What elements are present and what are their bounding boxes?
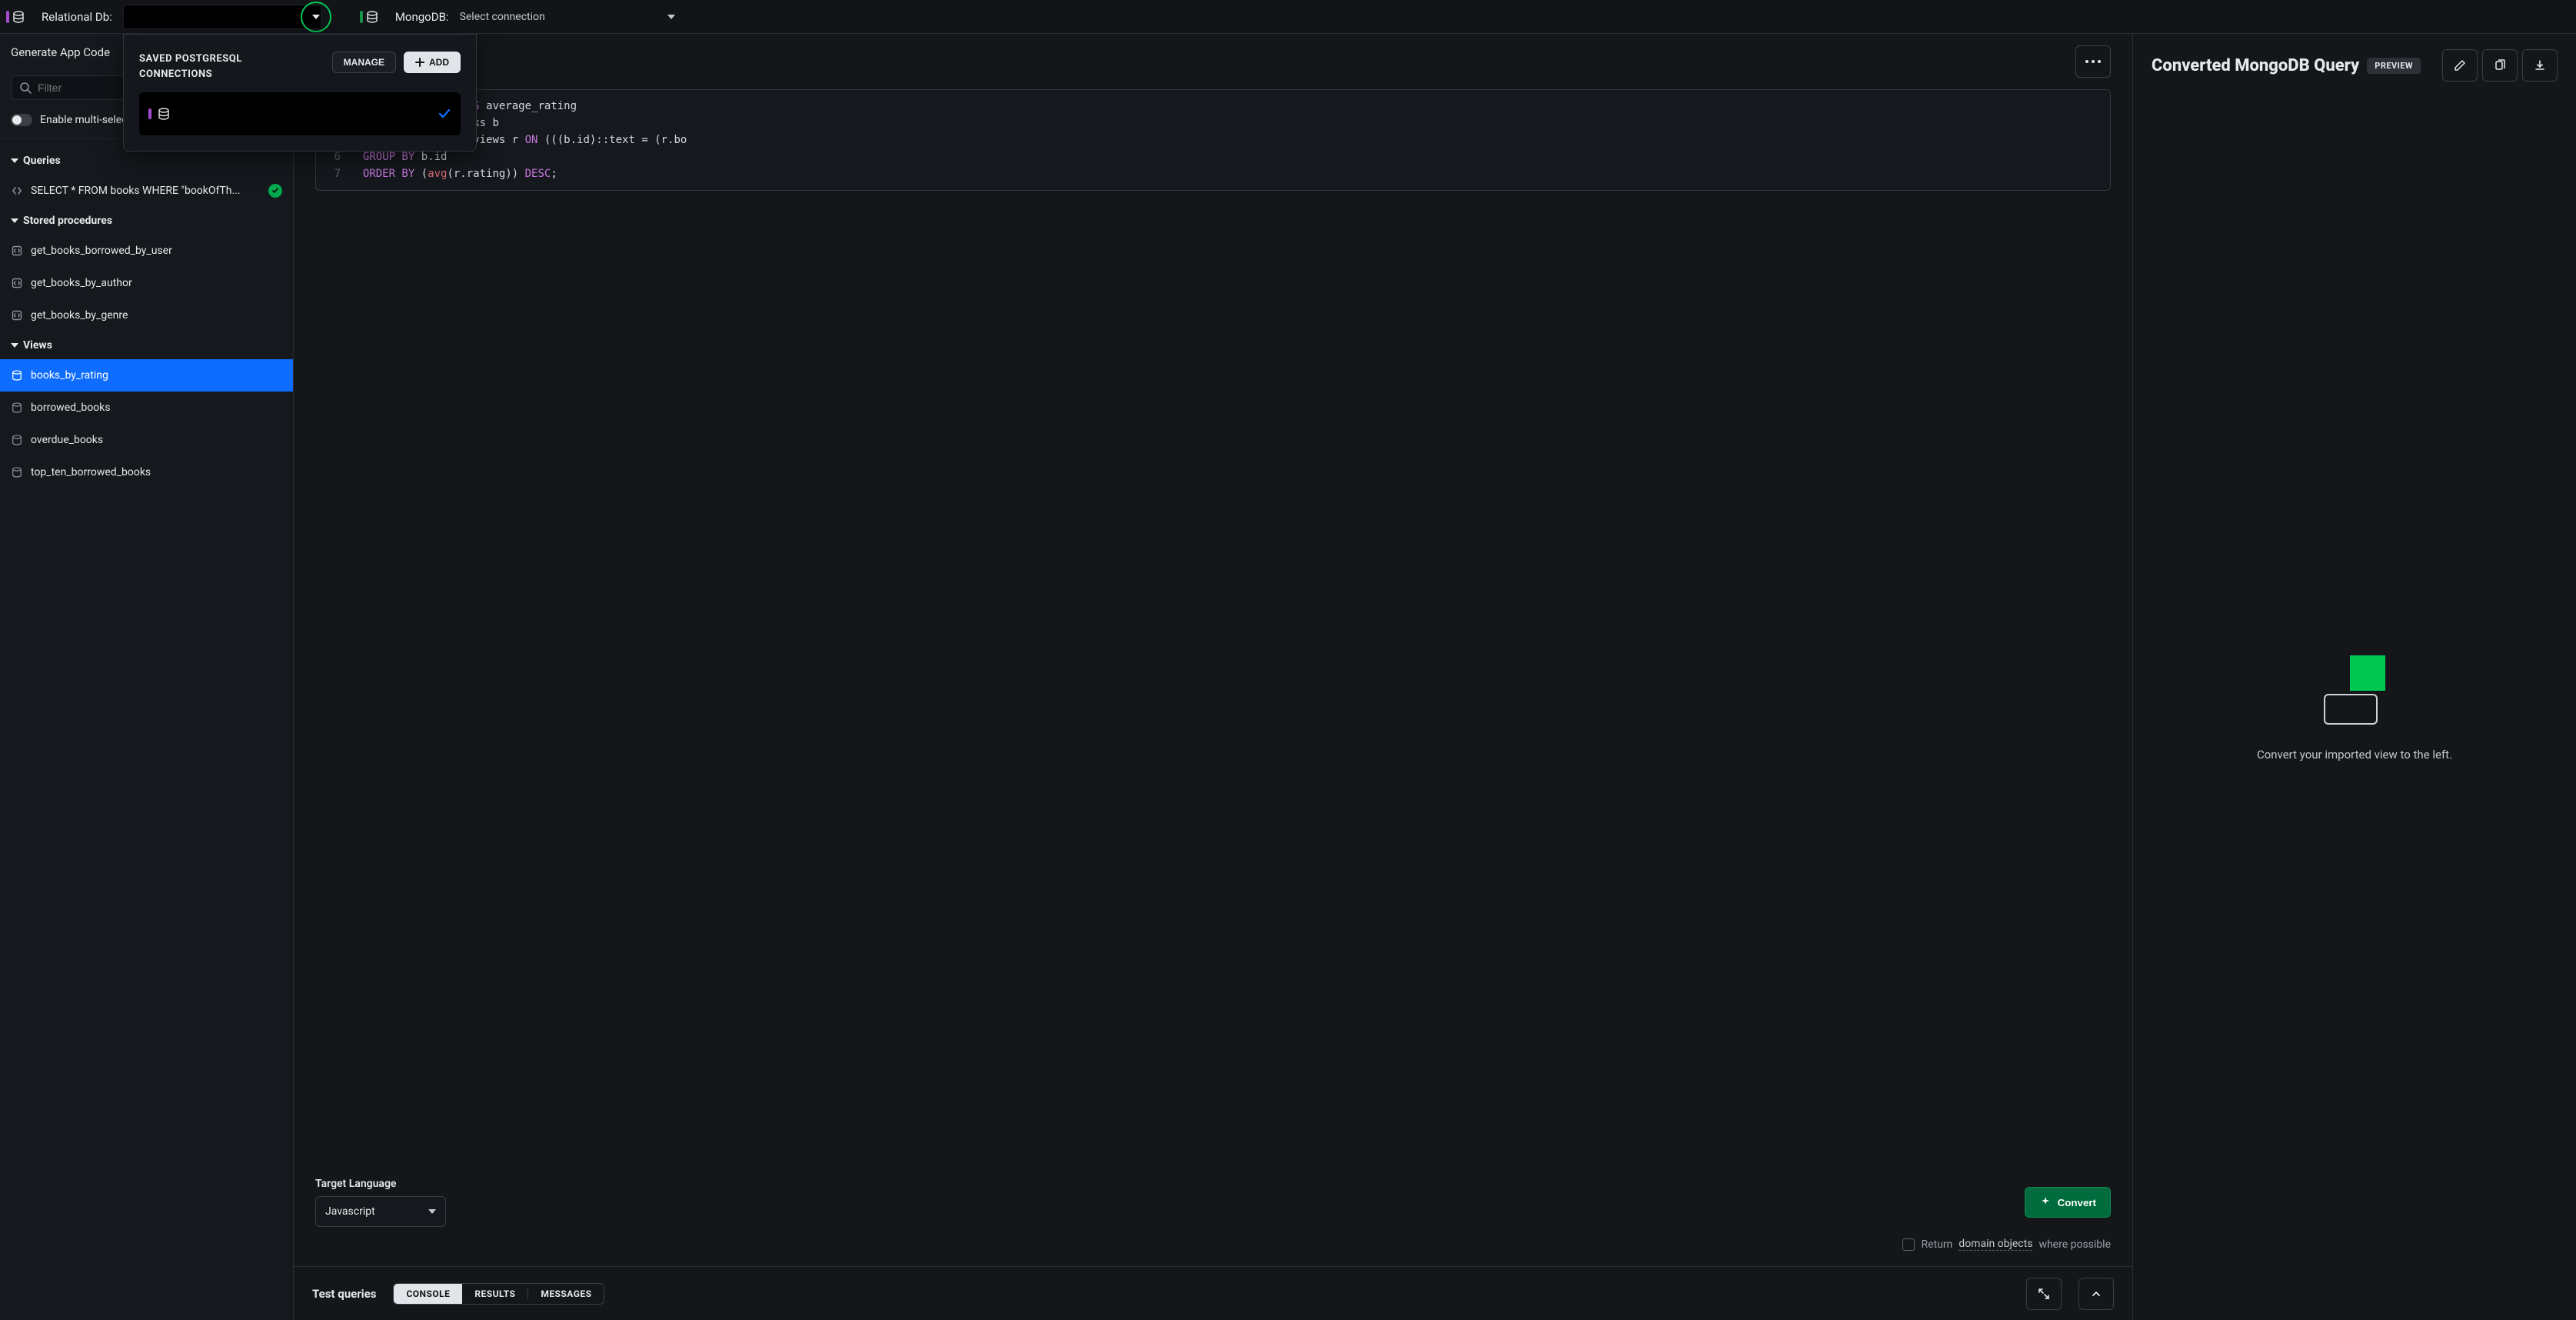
expand-panel-button[interactable] <box>2026 1278 2062 1310</box>
database-icon <box>158 108 170 120</box>
sparkle-icon <box>2039 1196 2052 1208</box>
download-button[interactable] <box>2522 49 2558 82</box>
right-pane: Converted MongoDB Query PREVIEW <box>2133 34 2576 1320</box>
edit-button[interactable] <box>2442 49 2478 82</box>
return-domain-objects-row: Return domain objects where possible <box>315 1238 2111 1251</box>
mongodb-label: MongoDB: <box>395 10 449 24</box>
view-item[interactable]: overdue_books <box>0 424 293 456</box>
stored-procedure-item[interactable]: get_books_borrowed_by_user <box>0 235 293 267</box>
add-connection-button[interactable]: ADD <box>404 52 461 73</box>
stored-procedure-item[interactable]: get_books_by_author <box>0 267 293 299</box>
empty-state-text: Convert your imported view to the left. <box>2257 748 2452 762</box>
caret-down-icon <box>11 343 18 348</box>
view-icon <box>11 435 23 445</box>
procedure-icon <box>11 310 23 321</box>
highlight-ring-icon <box>301 2 331 32</box>
convert-button[interactable]: Convert <box>2025 1187 2111 1218</box>
view-icon <box>11 402 23 413</box>
mongodb-icon <box>360 11 378 23</box>
empty-state-illustration <box>2324 655 2385 725</box>
connection-row[interactable] <box>139 92 461 135</box>
chevron-down-icon <box>428 1209 436 1214</box>
convert-block: Target Language Javascript Convert Retur… <box>315 1159 2111 1266</box>
caret-down-icon <box>11 158 18 163</box>
stored-procedure-item[interactable]: get_books_by_genre <box>0 299 293 332</box>
plus-icon <box>415 58 424 67</box>
mongodb-value: Select connection <box>460 11 545 23</box>
code-line: 5 JOIN library.reviews r ON (((b.id)::te… <box>316 132 2110 148</box>
multi-select-toggle[interactable] <box>11 114 32 126</box>
mongodb-select[interactable]: Select connection <box>460 11 675 23</box>
code-line: 4 FROM (library.books b <box>316 115 2110 132</box>
bottom-bar: Test queries CONSOLE RESULTS MESSAGES <box>294 1266 2132 1320</box>
procedure-icon <box>11 245 23 256</box>
preview-badge: PREVIEW <box>2367 58 2421 74</box>
test-queries-label: Test queries <box>312 1287 376 1301</box>
pencil-icon <box>2454 59 2466 72</box>
postgres-icon <box>148 108 151 119</box>
query-item[interactable]: SELECT * FROM books WHERE "bookOfTh... <box>0 175 293 207</box>
manage-connections-button[interactable]: MANAGE <box>332 52 396 73</box>
chevron-up-icon <box>2090 1288 2102 1300</box>
saved-connections-popover: SAVED POSTGRESQL CONNECTIONS MANAGE ADD <box>123 34 477 152</box>
connection-bar: Relational Db: MongoDB: Select connectio… <box>0 0 2576 34</box>
relational-db-select[interactable] <box>123 5 321 29</box>
code-line: 7 ORDER BY (avg(r.rating)) DESC; <box>316 165 2110 182</box>
procedure-icon <box>11 278 23 288</box>
code-line: 3 avg(r.rating) AS average_rating <box>316 98 2110 115</box>
multi-select-label: Enable multi-select <box>40 114 131 126</box>
view-icon <box>11 370 23 381</box>
download-icon <box>2534 59 2546 72</box>
copy-button[interactable] <box>2482 49 2518 82</box>
view-item-books-by-rating[interactable]: books_by_rating <box>0 359 293 392</box>
middle-pane: 3 avg(r.rating) AS average_rating4 FROM … <box>294 34 2133 1320</box>
view-icon <box>11 467 23 478</box>
tab-generate-app-code[interactable]: Generate App Code <box>11 38 110 67</box>
object-tree: Queries SELECT * FROM books WHERE "bookO… <box>0 139 293 1320</box>
search-icon <box>19 82 32 94</box>
tab-results[interactable]: RESULTS <box>462 1284 528 1304</box>
expand-icon <box>2038 1288 2050 1300</box>
return-domain-objects-checkbox[interactable] <box>1902 1238 1915 1251</box>
tab-messages[interactable]: MESSAGES <box>528 1284 604 1304</box>
check-icon <box>438 107 451 121</box>
group-stored-procedures[interactable]: Stored procedures <box>0 207 293 235</box>
view-item[interactable]: borrowed_books <box>0 392 293 424</box>
popover-title: SAVED POSTGRESQL CONNECTIONS <box>139 52 293 82</box>
target-language-select[interactable]: Javascript <box>315 1196 446 1227</box>
more-options-button[interactable] <box>2075 45 2111 78</box>
relational-db-icon <box>6 11 25 23</box>
caret-down-icon <box>11 218 18 223</box>
collapse-panel-button[interactable] <box>2078 1278 2114 1310</box>
workspace: Generate App Code Enable multi-select Qu… <box>0 34 2576 1320</box>
sql-editor[interactable]: 3 avg(r.rating) AS average_rating4 FROM … <box>315 89 2111 191</box>
tab-console[interactable]: CONSOLE <box>394 1284 462 1304</box>
code-icon <box>11 185 23 196</box>
relational-db-label: Relational Db: <box>42 10 112 24</box>
chevron-down-icon <box>667 15 675 19</box>
code-line: 6 GROUP BY b.id <box>316 148 2110 165</box>
domain-objects-link[interactable]: domain objects <box>1959 1238 2032 1251</box>
copy-icon <box>2494 59 2506 72</box>
status-ok-icon <box>268 184 282 198</box>
kebab-icon <box>2085 60 2101 63</box>
view-item[interactable]: top_ten_borrowed_books <box>0 456 293 488</box>
target-language-label: Target Language <box>315 1178 446 1190</box>
panes: 3 avg(r.rating) AS average_rating4 FROM … <box>294 34 2576 1320</box>
converted-query-title: Converted MongoDB Query <box>2152 56 2359 75</box>
sidebar: Generate App Code Enable multi-select Qu… <box>0 34 294 1320</box>
group-views[interactable]: Views <box>0 332 293 359</box>
bottom-tabs: CONSOLE RESULTS MESSAGES <box>393 1283 604 1305</box>
